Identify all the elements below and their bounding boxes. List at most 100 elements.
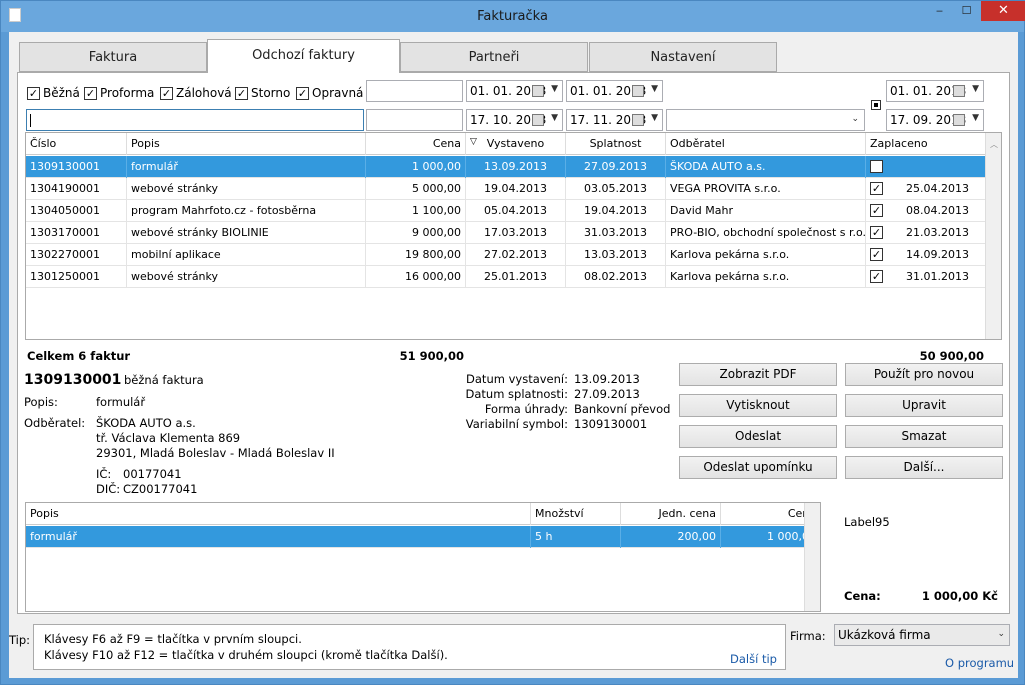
item-jedn-cena: 200,00	[621, 526, 721, 548]
paid-date: 14.09.2013	[906, 248, 969, 261]
paid-checkbox[interactable]: ✓	[870, 226, 883, 239]
tab-nastaveni[interactable]: Nastavení	[589, 42, 777, 72]
checkbox-bezna-label: Běžná	[43, 86, 80, 100]
app-window: Fakturačka ‒ ☐ ✕ Faktura Odchozí faktury…	[0, 0, 1025, 685]
items-scrollbar[interactable]	[804, 503, 820, 611]
cell-cislo: 1301250001	[26, 266, 127, 288]
cell-cena: 19 800,00	[366, 244, 466, 266]
zaplaceno-to-date[interactable]: 17. 09. 2013 ▼	[886, 109, 984, 131]
checkbox-proforma-label: Proforma	[100, 86, 155, 100]
checkbox-storno-label: Storno	[251, 86, 291, 100]
col-header-cena[interactable]: Cena	[366, 133, 466, 155]
grid-scrollbar[interactable]: ︿	[985, 133, 1001, 339]
cell-vystaveno: 27.02.2013	[466, 244, 566, 266]
ic-label: IČ:	[96, 467, 112, 481]
about-link[interactable]: O programu	[945, 656, 1014, 670]
invoice-type: běžná faktura	[124, 373, 204, 387]
cell-cislo: 1303170001	[26, 222, 127, 244]
paid-checkbox[interactable]: ✓	[870, 204, 883, 217]
cell-odberatel: VEGA PROVITA s.r.o.	[666, 178, 866, 200]
item-row[interactable]: formulář 5 h 200,00 1 000,00	[26, 526, 816, 548]
delete-button[interactable]: Smazat	[845, 425, 1003, 448]
window-title: Fakturačka	[477, 9, 548, 24]
firma-select[interactable]: Ukázková firma ⌄	[834, 624, 1010, 646]
checkbox-proforma[interactable]: ✓	[84, 87, 97, 100]
close-button[interactable]: ✕	[981, 1, 1025, 21]
cell-vystaveno: 19.04.2013	[466, 178, 566, 200]
item-col-popis[interactable]: Popis	[26, 503, 531, 525]
calendar-icon	[532, 85, 544, 97]
tab-odchozi-faktury[interactable]: Odchozí faktury	[207, 39, 400, 73]
cell-splatnost: 13.03.2013	[566, 244, 666, 266]
zaplaceno-from-date[interactable]: 01. 01. 2013 ▼	[886, 80, 984, 102]
tip-line-1: Klávesy F6 až F9 = tlačítka v prvním slo…	[44, 632, 302, 646]
send-reminder-button[interactable]: Odeslat upomínku	[679, 456, 837, 479]
items-grid[interactable]: Popis Množství Jedn. cena Cena formulář …	[25, 502, 821, 612]
paid-checkbox[interactable]	[870, 160, 883, 173]
tab-faktura[interactable]: Faktura	[19, 42, 207, 72]
vystaveno-from-date[interactable]: 01. 01. 2013 ▼	[466, 80, 563, 102]
print-button[interactable]: Vytisknout	[679, 394, 837, 417]
tip-label: Tip:	[9, 633, 31, 647]
firma-label: Firma:	[790, 629, 826, 643]
checkbox-bezna[interactable]: ✓	[27, 87, 40, 100]
checkbox-zalohova[interactable]: ✓	[160, 87, 173, 100]
item-mnozstvi: 5 h	[531, 526, 621, 548]
title-bar: Fakturačka ‒ ☐ ✕	[1, 1, 1025, 32]
splatnost-from-date[interactable]: 01. 01. 2013 ▼	[566, 80, 663, 102]
col-header-splatnost[interactable]: Splatnost	[566, 133, 666, 155]
calendar-icon	[953, 85, 965, 97]
table-row[interactable]: 1304050001 program Mahrfoto.cz - fotosběr…	[26, 200, 988, 222]
odberatel-filter-select[interactable]: ⌄	[666, 109, 865, 131]
paid-date: 25.04.2013	[906, 182, 969, 195]
checkbox-storno[interactable]: ✓	[235, 87, 248, 100]
search-input[interactable]	[26, 109, 364, 131]
splatnost-to-date[interactable]: 17. 11. 2013 ▼	[566, 109, 663, 131]
show-pdf-button[interactable]: Zobrazit PDF	[679, 363, 837, 386]
items-cena-label: Cena:	[844, 589, 881, 603]
item-col-mnozstvi[interactable]: Množství	[531, 503, 621, 525]
col-header-vystaveno[interactable]: ▽ Vystaveno	[466, 133, 566, 155]
cell-odberatel: David Mahr	[666, 200, 866, 222]
paid-date: 21.03.2013	[906, 226, 969, 239]
edit-button[interactable]: Upravit	[845, 394, 1003, 417]
table-row[interactable]: 1302270001 mobilní aplikace 19 800,00 27.02…	[26, 244, 988, 266]
col-header-cislo[interactable]: Číslo	[26, 133, 127, 155]
items-header: Popis Množství Jedn. cena Cena	[26, 503, 816, 525]
dic-label: DIČ:	[96, 482, 121, 496]
ic-value: 00177041	[123, 467, 182, 481]
cena-from-input[interactable]	[366, 80, 463, 102]
vystaveno-to-date[interactable]: 17. 10. 2013 ▼	[466, 109, 563, 131]
more-button[interactable]: Další...	[845, 456, 1003, 479]
item-col-jedn-cena[interactable]: Jedn. cena	[621, 503, 721, 525]
checkbox-zalohova-label: Zálohová	[176, 86, 232, 100]
calendar-icon	[953, 114, 965, 126]
cena-to-input[interactable]	[366, 109, 463, 131]
paid-checkbox[interactable]: ✓	[870, 182, 883, 195]
col-header-popis[interactable]: Popis	[127, 133, 366, 155]
chevron-down-icon: ⌄	[997, 629, 1005, 639]
col-header-odberatel[interactable]: Odběratel	[666, 133, 866, 155]
tip-box: Klávesy F6 až F9 = tlačítka v prvním slo…	[33, 624, 786, 670]
zaplaceno-filter-toggle[interactable]	[871, 100, 881, 110]
paid-checkbox[interactable]: ✓	[870, 270, 883, 283]
datum-splatnosti-label: Datum splatnosti:	[465, 387, 569, 401]
cell-odberatel: ŠKODA AUTO a.s.	[666, 156, 866, 178]
use-for-new-button[interactable]: Použít pro novou	[845, 363, 1003, 386]
minimize-button[interactable]: ‒	[926, 1, 953, 21]
tab-partneri[interactable]: Partneři	[400, 42, 588, 72]
invoice-grid[interactable]: Číslo Popis Cena ▽ Vystaveno Splatnost Od…	[25, 132, 1002, 340]
maximize-button[interactable]: ☐	[953, 1, 980, 21]
cell-cislo: 1302270001	[26, 244, 127, 266]
send-button[interactable]: Odeslat	[679, 425, 837, 448]
table-row[interactable]: 1304190001 webové stránky 5 000,00 19.04.20…	[26, 178, 988, 200]
table-row[interactable]: 1309130001 formulář 1 000,00 13.09.2013 27.0…	[26, 156, 988, 178]
next-tip-link[interactable]: Další tip	[730, 652, 777, 666]
table-row[interactable]: 1303170001 webové stránky BIOLINIE 9 000,0…	[26, 222, 988, 244]
cell-splatnost: 27.09.2013	[566, 156, 666, 178]
col-header-zaplaceno[interactable]: Zaplaceno	[866, 133, 986, 155]
cell-splatnost: 03.05.2013	[566, 178, 666, 200]
checkbox-opravna[interactable]: ✓	[296, 87, 309, 100]
paid-checkbox[interactable]: ✓	[870, 248, 883, 261]
table-row[interactable]: 1301250001 webové stránky 16 000,00 25.01.2…	[26, 266, 988, 288]
